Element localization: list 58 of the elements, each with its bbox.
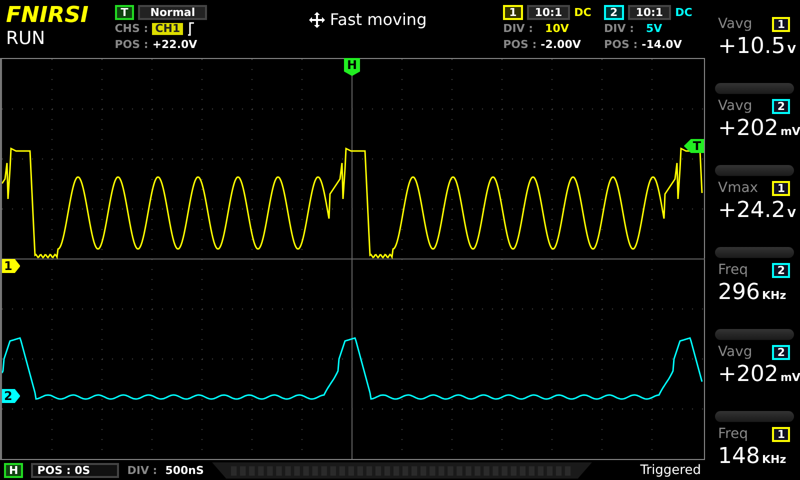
measurement-label: Vmax xyxy=(718,180,758,196)
measurement-label: Vavg xyxy=(718,344,752,360)
div-label: DIV : xyxy=(127,464,158,477)
measurement-unit: mV xyxy=(780,371,800,384)
position-label: POS : xyxy=(604,38,638,51)
run-status: RUN xyxy=(6,28,46,50)
horizontal-marker[interactable]: H xyxy=(344,58,360,76)
measurement-unit: KHz xyxy=(762,289,786,302)
channel-badge: 1 xyxy=(772,180,790,196)
channel-position: -14.0V xyxy=(642,38,682,51)
rising-edge-icon xyxy=(187,22,196,36)
trigger-mode[interactable]: Normal xyxy=(138,5,208,20)
measurement-value: +202 xyxy=(718,116,778,141)
measurement-value: +24.2 xyxy=(718,198,786,223)
channel-badge: 1 xyxy=(772,16,790,32)
trigger-marker[interactable]: T xyxy=(684,139,704,153)
channel-marker[interactable]: 2 xyxy=(2,389,20,403)
channel-badge: 2 xyxy=(772,344,790,360)
volts-per-div: 10V xyxy=(545,22,569,35)
trigger-position: +22.0V xyxy=(152,38,198,51)
brand-logo: FNIRSI xyxy=(6,4,90,28)
measurement-value: 296 xyxy=(718,280,760,305)
measurement-label: Freq xyxy=(718,262,748,278)
horizontal-position[interactable]: POS : 0S xyxy=(31,463,120,478)
measurement-label: Vavg xyxy=(718,16,752,32)
measurement-label: Vavg xyxy=(718,98,752,114)
measurement-value: +10.5 xyxy=(718,34,786,59)
measurement-value: 148 xyxy=(718,444,760,469)
trigger-badge[interactable]: T xyxy=(114,5,134,20)
source-label: CHS : xyxy=(114,22,148,35)
measurement-value: +202 xyxy=(718,362,778,387)
channel-badge[interactable]: 1 xyxy=(503,5,523,20)
measurement-label: Freq xyxy=(718,426,748,442)
trigger-status: Triggered xyxy=(640,463,702,478)
horizontal-badge[interactable]: H xyxy=(4,463,24,478)
mode-hint: Fast moving xyxy=(330,10,427,29)
channel-badge: 2 xyxy=(772,98,790,114)
source-channel[interactable]: CH1 xyxy=(152,22,184,34)
move-icon xyxy=(308,12,325,28)
div-label: DIV : xyxy=(604,22,634,35)
position-label: POS : xyxy=(503,38,537,51)
channel-marker[interactable]: 1 xyxy=(2,259,20,273)
probe-ratio[interactable]: 10:1 xyxy=(628,5,672,20)
volts-per-div: 5V xyxy=(646,22,662,35)
coupling-label: DC xyxy=(574,6,592,19)
probe-ratio[interactable]: 10:1 xyxy=(526,5,570,20)
position-label: POS : xyxy=(114,38,148,51)
measurement-unit: V xyxy=(787,43,796,56)
channel-position: -2.00V xyxy=(540,38,581,51)
channel-badge[interactable]: 2 xyxy=(604,5,624,20)
measurement-unit: V xyxy=(787,207,796,220)
div-label: DIV : xyxy=(503,22,534,35)
coupling-label: DC xyxy=(675,6,692,19)
channel-badge: 1 xyxy=(772,426,790,442)
measurement-unit: KHz xyxy=(762,453,786,466)
measurement-unit: mV xyxy=(780,125,800,138)
time-per-div: 500nS xyxy=(165,464,204,477)
channel-badge: 2 xyxy=(772,262,790,278)
